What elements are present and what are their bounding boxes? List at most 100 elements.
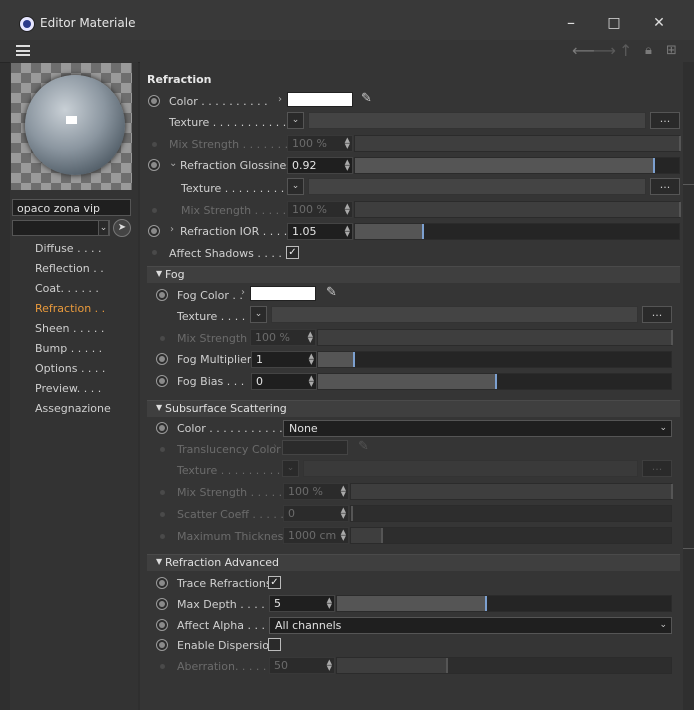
animate-radio[interactable] xyxy=(148,95,160,107)
sss-texture-more-button[interactable]: ... xyxy=(642,460,672,477)
gloss-texture-field[interactable] xyxy=(308,178,646,195)
new-window-icon[interactable]: ⊞ xyxy=(666,42,677,60)
nav-item-assegnazione[interactable]: Assegnazione xyxy=(35,402,111,422)
thickness-field[interactable]: 1000 cm ▲ ▼ xyxy=(283,527,349,544)
sss-color-select[interactable]: None ⌄ xyxy=(283,420,672,437)
translucency-label: Translucency Color xyxy=(177,443,281,456)
material-name-field[interactable]: opaco zona vip xyxy=(12,199,131,216)
nav-item-bump[interactable]: Bump . . . . . xyxy=(35,342,111,362)
nav-item-sheen[interactable]: Sheen . . . . . xyxy=(35,322,111,342)
chevron-right-icon[interactable]: › xyxy=(241,287,245,298)
lock-icon[interactable]: 🔒︎ xyxy=(645,42,652,60)
fog-color-swatch[interactable] xyxy=(250,286,316,301)
sss-texture-dropdown-button[interactable]: ⌄ xyxy=(282,460,299,477)
eyedropper-icon[interactable]: ✎ xyxy=(326,285,337,300)
chevron-right-icon[interactable]: › xyxy=(170,224,174,235)
chevron-right-icon[interactable]: › xyxy=(278,94,282,105)
material-preview[interactable] xyxy=(11,63,132,190)
scatter-field[interactable]: 0 ▲ ▼ xyxy=(283,505,349,522)
aberration-label: Aberration. . . . . xyxy=(177,660,267,673)
animate-dot xyxy=(160,490,165,495)
dispersion-checkbox[interactable] xyxy=(268,638,281,651)
chevron-right-icon[interactable]: › xyxy=(273,441,277,452)
scrollbar[interactable] xyxy=(683,62,694,710)
sss-texture-field[interactable] xyxy=(303,460,638,477)
fog-multiplier-slider[interactable] xyxy=(317,351,672,368)
close-button[interactable]: ✕ xyxy=(648,12,670,34)
refraction-color-swatch[interactable] xyxy=(287,92,353,107)
animate-radio[interactable] xyxy=(156,353,168,365)
fog-section-header[interactable]: ▼ Fog xyxy=(147,266,680,283)
chevron-down-icon[interactable]: ⌄ xyxy=(98,220,109,236)
minimize-button[interactable]: – xyxy=(560,12,582,34)
thickness-slider[interactable] xyxy=(350,527,672,544)
aberration-slider[interactable] xyxy=(336,657,672,674)
affect-shadows-checkbox[interactable]: ✓ xyxy=(286,246,299,259)
maximize-button[interactable]: □ xyxy=(603,12,625,34)
translucency-swatch[interactable] xyxy=(282,440,348,455)
fog-texture-dropdown-button[interactable]: ⌄ xyxy=(250,306,267,323)
animate-radio[interactable] xyxy=(148,159,160,171)
gloss-texture-more-button[interactable]: ... xyxy=(650,178,680,195)
animate-dot xyxy=(160,512,165,517)
animate-radio[interactable] xyxy=(156,598,168,610)
nav-item-diffuse[interactable]: Diffuse . . . . xyxy=(35,242,111,262)
chevron-down-icon[interactable]: ⌄ xyxy=(169,158,177,169)
gloss-texture-dropdown-button[interactable]: ⌄ xyxy=(287,178,304,195)
max-depth-slider[interactable] xyxy=(336,595,672,612)
sss-color-label: Color . . . . . . . . . . . xyxy=(177,422,283,435)
fog-bias-label: Fog Bias . . . xyxy=(177,375,245,388)
trace-refractions-checkbox[interactable]: ✓ xyxy=(268,576,281,589)
ior-field[interactable]: 1.05 ▲ ▼ xyxy=(287,223,353,240)
hamburger-menu-icon[interactable] xyxy=(16,45,30,56)
fog-mix-field[interactable]: 100 % ▲ ▼ xyxy=(250,329,316,346)
nav-item-refraction[interactable]: Refraction . . xyxy=(35,302,111,322)
animate-radio[interactable] xyxy=(156,639,168,651)
fog-multiplier-field[interactable]: 1 ▲ ▼ xyxy=(251,351,317,368)
layer-select[interactable] xyxy=(12,220,110,236)
mix-strength-slider[interactable] xyxy=(354,135,681,152)
nav-item-options[interactable]: Options . . . . xyxy=(35,362,111,382)
fog-texture-field[interactable] xyxy=(271,306,638,323)
arrow-left-icon[interactable]: ⟵ xyxy=(572,42,595,60)
glossiness-slider[interactable] xyxy=(354,157,680,174)
nav-item-reflection[interactable]: Reflection . . xyxy=(35,262,111,282)
animate-radio[interactable] xyxy=(156,375,168,387)
refraction-header: Refraction xyxy=(147,73,212,86)
scatter-label: Scatter Coeff . . . . . . xyxy=(177,508,291,521)
eyedropper-icon[interactable]: ✎ xyxy=(358,439,369,454)
texture-more-button[interactable]: ... xyxy=(650,112,680,129)
texture-field[interactable] xyxy=(308,112,646,129)
animate-radio[interactable] xyxy=(156,422,168,434)
arrow-right-icon[interactable]: ⟶ xyxy=(593,42,616,60)
affect-alpha-select[interactable]: All channels ⌄ xyxy=(269,617,672,634)
max-depth-field[interactable]: 5 ▲ ▼ xyxy=(269,595,335,612)
gloss-mix-slider[interactable] xyxy=(354,201,681,218)
advanced-section-header[interactable]: ▼ Refraction Advanced xyxy=(147,554,680,571)
nav-item-preview[interactable]: Preview. . . . xyxy=(35,382,111,402)
sss-section-header[interactable]: ▼ Subsurface Scattering xyxy=(147,400,680,417)
fog-bias-slider[interactable] xyxy=(317,373,672,390)
fog-mix-slider[interactable] xyxy=(317,329,673,346)
aberration-field[interactable]: 50 ▲ ▼ xyxy=(269,657,335,674)
arrow-up-icon[interactable]: ↑ xyxy=(619,42,632,60)
fog-bias-field[interactable]: 0 ▲ ▼ xyxy=(251,373,317,390)
texture-dropdown-button[interactable]: ⌄ xyxy=(287,112,304,129)
eyedropper-icon[interactable]: ✎ xyxy=(361,91,372,106)
fog-texture-more-button[interactable]: ... xyxy=(642,306,672,323)
animate-radio[interactable] xyxy=(148,225,160,237)
nav-item-coat[interactable]: Coat. . . . . . xyxy=(35,282,111,302)
pick-icon[interactable]: ➤ xyxy=(113,219,131,237)
scatter-slider[interactable] xyxy=(350,505,672,522)
animate-radio[interactable] xyxy=(156,619,168,631)
gloss-mix-field[interactable]: 100 % ▲ ▼ xyxy=(287,201,353,218)
mix-strength-field[interactable]: 100 % ▲ ▼ xyxy=(287,135,353,152)
sss-mix-slider[interactable] xyxy=(350,483,673,500)
fog-multiplier-label: Fog Multiplier xyxy=(177,353,252,366)
ior-slider[interactable] xyxy=(354,223,680,240)
glossiness-field[interactable]: 0.92 ▲ ▼ xyxy=(287,157,353,174)
animate-radio[interactable] xyxy=(156,577,168,589)
animate-radio[interactable] xyxy=(156,289,168,301)
animate-dot xyxy=(160,336,165,341)
sss-mix-field[interactable]: 100 % ▲ ▼ xyxy=(283,483,349,500)
